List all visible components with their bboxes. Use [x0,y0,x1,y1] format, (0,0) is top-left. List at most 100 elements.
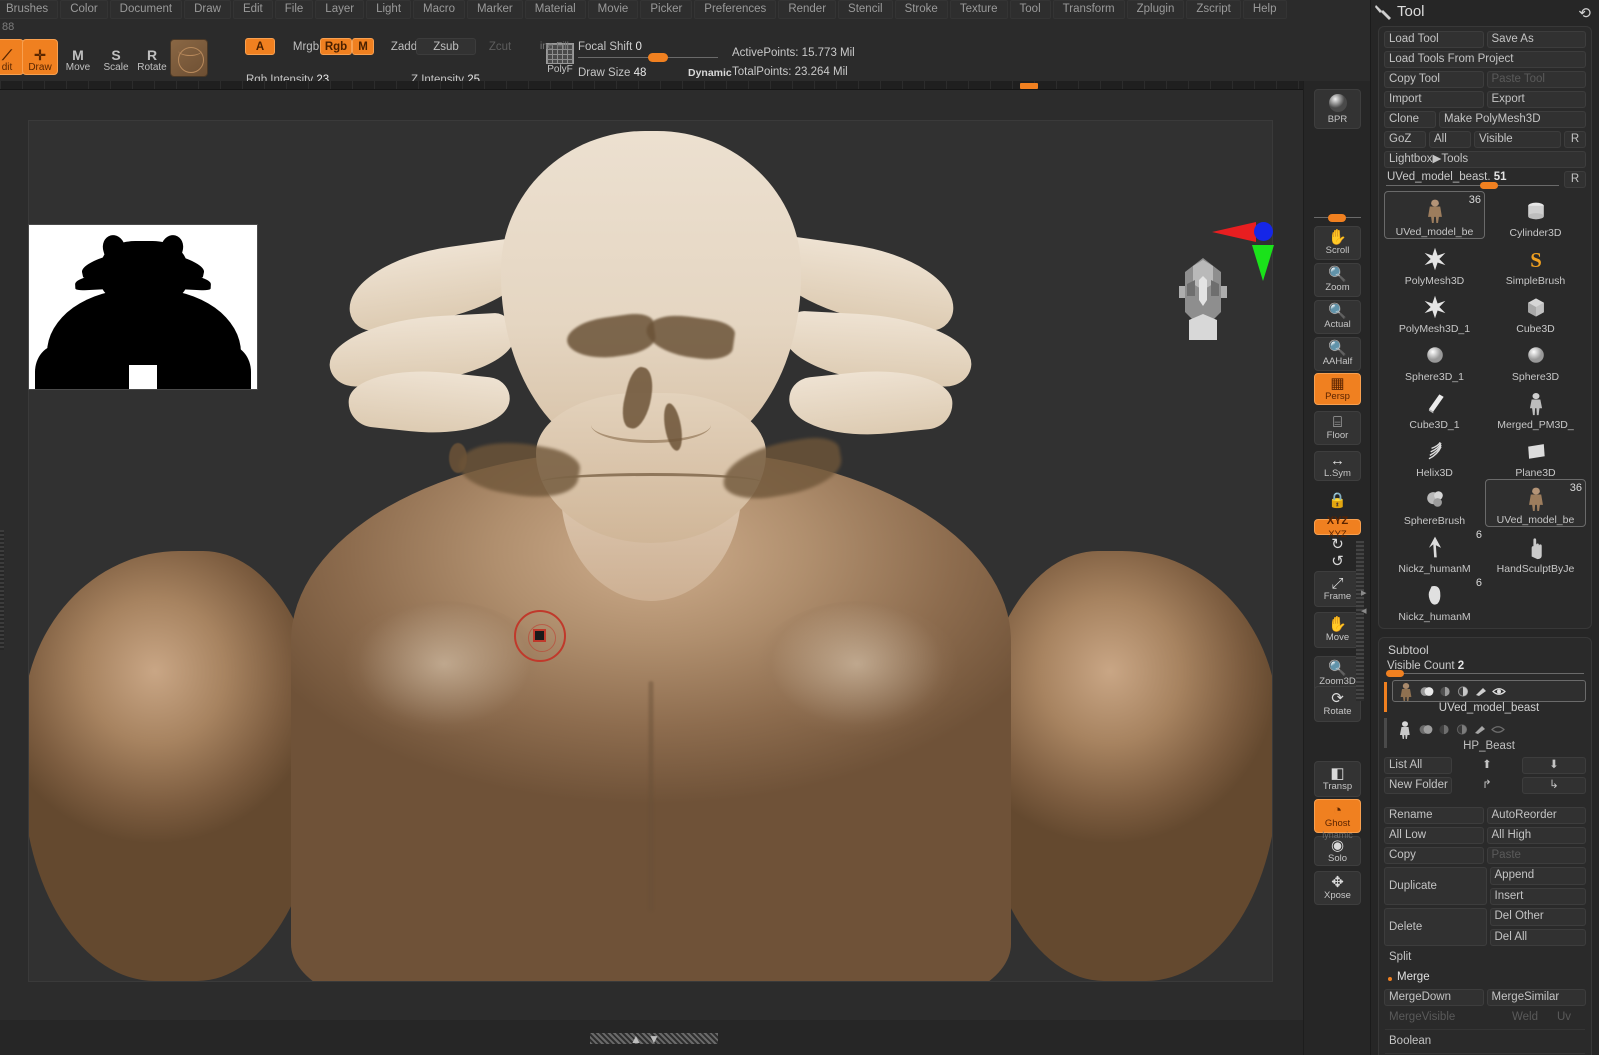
current-tool-knob[interactable] [1480,182,1498,189]
menu-item-color[interactable]: Color [60,0,108,19]
tool-thumbnail-cube3d[interactable]: Cube3D [1485,287,1586,335]
eye-icon[interactable] [1420,686,1434,697]
insert-button[interactable]: Insert [1489,887,1586,905]
mergesimilar-button[interactable]: MergeSimilar [1486,989,1586,1006]
menu-item-tool[interactable]: Tool [1009,0,1051,19]
arrow-down-icon[interactable]: ⬇ [1522,757,1586,774]
rgb-button[interactable]: Rgb [320,38,352,55]
menu-item-file[interactable]: File [274,0,314,19]
menu-item-edit[interactable]: Edit [232,0,273,19]
current-tool-slider[interactable]: UVed_model_beast. 51 [1384,171,1561,189]
alpha-toggle[interactable]: A [245,38,275,55]
silhouette-preview[interactable] [28,224,258,390]
menu-item-material[interactable]: Material [524,0,586,19]
split-button[interactable]: Split [1384,949,1586,966]
del-other-button[interactable]: Del Other [1489,908,1586,926]
paste-button[interactable]: Paste [1486,847,1586,864]
shelf-button-frame[interactable]: ⤢ Frame [1314,571,1361,607]
copy-tool-button[interactable]: Copy Tool [1384,71,1484,88]
document-canvas[interactable] [0,90,1303,1020]
brush-icon[interactable] [1473,724,1487,735]
refresh-icon[interactable]: ⟲ [1578,4,1591,22]
shelf-button-scroll[interactable]: ✋ Scroll [1314,226,1361,260]
visibility-eye-icon[interactable] [1491,724,1505,735]
make-polymesh3d-button[interactable]: Make PolyMesh3D [1439,111,1586,128]
shelf-button-rotate[interactable]: ⟳ Rotate [1314,686,1361,722]
draw-button[interactable]: ✛ Draw [22,39,58,75]
uv-button[interactable]: Uv [1552,1009,1586,1026]
shelf-button-ghost[interactable]: ◔ Ghost [1314,799,1361,833]
shelf-expand-right-icon[interactable]: ▸ [1361,586,1367,599]
brush-icon[interactable] [1474,686,1488,697]
shelf-button-transp[interactable]: ◧ Transp [1314,761,1361,797]
menu-item-picker[interactable]: Picker [640,0,693,19]
shelf-collapse-left-icon[interactable]: ◂ [1361,604,1367,617]
merge-button[interactable]: Merge [1384,969,1586,986]
tool-thumbnail-merged-pm3d-[interactable]: Merged_PM3D_ [1485,383,1586,431]
tool-thumbnail-plane3d[interactable]: Plane3D [1485,431,1586,479]
tool-thumbnail-polymesh3d-1[interactable]: PolyMesh3D_1 [1384,287,1485,335]
list-all-button[interactable]: List All [1384,757,1452,774]
subtool-row-1[interactable] [1392,718,1586,740]
visible-button[interactable]: Visible [1474,131,1561,148]
all-button[interactable]: All [1429,131,1471,148]
contrast-icon[interactable] [1455,723,1469,735]
weld-button[interactable]: Weld [1507,1009,1549,1026]
delete-button[interactable]: Delete [1384,908,1487,946]
menu-item-zplugin[interactable]: Zplugin [1126,0,1185,19]
visibility-eye-icon[interactable] [1492,686,1506,697]
menu-item-render[interactable]: Render [778,0,837,19]
shelf-button-rotate-z[interactable]: ↺ [1314,553,1361,569]
menu-item-help[interactable]: Help [1242,0,1287,19]
m-button[interactable]: M [352,38,374,55]
shelf-button-xyz[interactable]: XYZ XYZ [1314,515,1361,540]
menu-item-document[interactable]: Document [109,0,183,19]
half-circle-icon[interactable] [1438,686,1452,697]
menu-item-brushes[interactable]: Brushes [0,0,59,19]
menu-item-layer[interactable]: Layer [315,0,365,19]
export-button[interactable]: Export [1486,91,1586,108]
new-folder-button[interactable]: New Folder [1384,777,1452,794]
menu-item-light[interactable]: Light [366,0,412,19]
import-button[interactable]: Import [1384,91,1484,108]
menu-item-draw[interactable]: Draw [184,0,231,19]
scale-button[interactable]: S Scale [98,39,134,75]
tool-thumbnail-simplebrush[interactable]: S SimpleBrush [1485,239,1586,287]
append-button[interactable]: Append [1489,867,1586,885]
tool-thumbnail-nickz-humanm[interactable]: 6 Nickz_humanM [1384,527,1485,575]
spix-knob[interactable] [1328,214,1346,222]
paste-tool-button[interactable]: Paste Tool [1486,71,1586,88]
shelf-button-zoom[interactable]: 🔍 Zoom [1314,263,1361,297]
contrast-icon[interactable] [1456,685,1470,697]
rotate-button[interactable]: R Rotate [134,39,170,75]
tool-thumbnail-cylinder3d[interactable]: Cylinder3D [1485,191,1586,239]
duplicate-button[interactable]: Duplicate [1384,867,1487,905]
focal-shift-knob[interactable] [648,53,668,62]
autoreorder-button[interactable]: AutoReorder [1486,807,1586,824]
shelf-button-lsym[interactable]: ↔ L.Sym [1314,451,1361,481]
clone-button[interactable]: Clone [1384,111,1436,128]
subtool-row-0[interactable] [1392,680,1586,702]
canvas-left-edge-grip[interactable] [0,530,4,650]
load-tool-button[interactable]: Load Tool [1384,31,1484,48]
mergevisible-button[interactable]: MergeVisible [1384,1009,1504,1026]
shelf-button-rotate-y[interactable]: ↻ [1314,536,1361,552]
copy-button[interactable]: Copy [1384,847,1484,864]
tool-thumbnail-helix3d[interactable]: Helix3D [1384,431,1485,479]
move-button[interactable]: M Move [60,39,96,75]
eye-icon[interactable] [1419,724,1433,735]
shelf-button-xpose[interactable]: ✥ Xpose [1314,871,1361,905]
current-tool-r-button[interactable]: R [1564,171,1586,188]
menu-item-stroke[interactable]: Stroke [894,0,948,19]
visible-count-knob[interactable] [1386,670,1404,677]
save-as-button[interactable]: Save As [1486,31,1586,48]
arrow-in-icon[interactable]: ↳ [1522,777,1586,794]
visible-count-slider[interactable]: Visible Count 2 [1384,660,1586,677]
bpr-button[interactable]: BPR [1314,89,1361,129]
menu-item-movie[interactable]: Movie [587,0,639,19]
tool-thumbnail-spherebrush[interactable]: SphereBrush [1384,479,1485,527]
tool-thumbnail-polymesh3d[interactable]: PolyMesh3D [1384,239,1485,287]
del-all-button[interactable]: Del All [1489,928,1586,946]
secondary-toolbar-strip[interactable] [0,81,1370,90]
shelf-button-camera-lock[interactable]: 🔒 [1314,486,1361,514]
